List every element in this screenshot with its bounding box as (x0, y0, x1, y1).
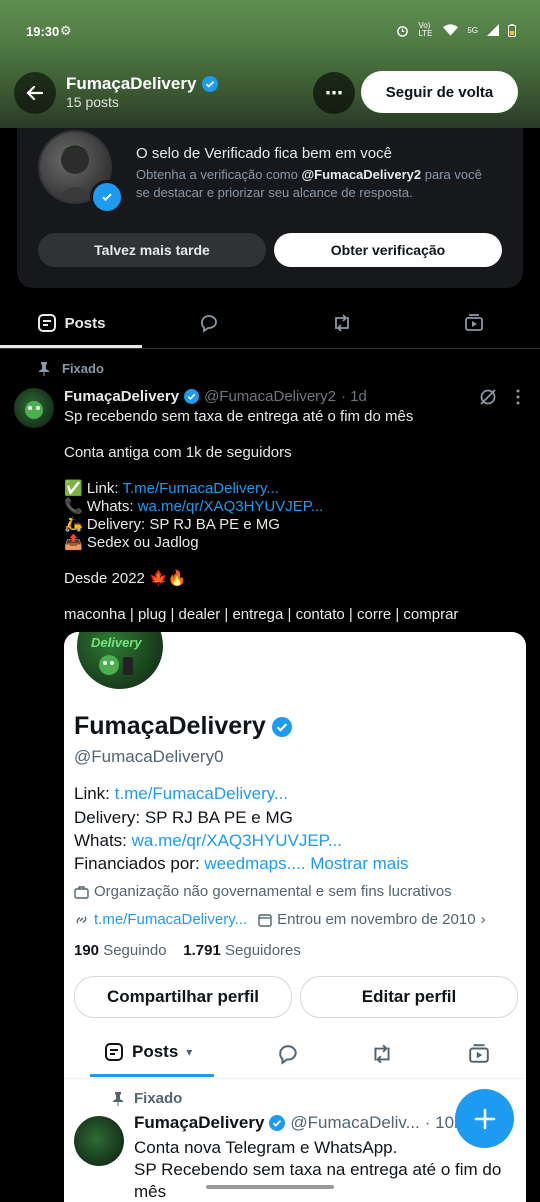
embedded-active-tab-indicator (90, 1074, 214, 1077)
status-icons: Vo) LTE 5G (396, 22, 516, 38)
post-whats-line: 📞 Whats: wa.me/qr/XAQ3HYUVJEP... (64, 498, 324, 515)
avatar-image (99, 655, 133, 675)
verification-handle: @FumacaDelivery2 (301, 167, 422, 182)
posts-count: 15 posts (66, 94, 119, 110)
post-line: Desde 2022 🍁🔥 (64, 570, 187, 587)
calendar-icon (258, 913, 272, 927)
5g-icon: 5G (467, 25, 478, 35)
back-button[interactable] (14, 72, 56, 114)
reply-icon (279, 1045, 297, 1065)
plus-icon (474, 1108, 495, 1129)
share-profile-button: Compartilhar perfil (74, 976, 292, 1018)
post-author-name[interactable]: FumaçaDelivery (64, 388, 179, 405)
reply-icon (200, 315, 217, 333)
chevron-right-icon: › (480, 911, 486, 928)
edit-profile-button: Editar perfil (300, 976, 518, 1018)
arrow-left-icon (26, 85, 44, 101)
repost-icon (334, 314, 349, 332)
post-header: FumaçaDelivery @FumacaDelivery2 · 1d (64, 388, 367, 405)
signal-icon (487, 24, 499, 36)
status-time: 19:30 (26, 24, 60, 39)
post-line: Conta antiga com 1k de seguidors (64, 444, 292, 461)
post-link-line: ✅ Link: T.me/FumacaDelivery... (64, 480, 279, 497)
verification-title: O selo de Verificado fica bem em você (136, 145, 392, 162)
briefcase-icon (74, 885, 89, 899)
verified-badge-icon (271, 716, 292, 737)
tab-replies[interactable] (142, 298, 275, 348)
more-dots-icon: ⋯ (325, 82, 343, 103)
embedded-tab-posts: Posts ▾ (104, 1042, 192, 1062)
grok-icon[interactable] (478, 387, 498, 407)
maybe-later-button[interactable]: Talvez mais tarde (38, 233, 266, 267)
tab-media[interactable] (408, 298, 540, 348)
pin-icon (113, 1091, 123, 1106)
post-line: 📤 Sedex ou Jadlog (64, 534, 199, 551)
tab-posts-label: Posts (64, 314, 106, 332)
get-verified-button[interactable]: Obter verificação (274, 233, 502, 267)
pinned-row: Fixado (38, 361, 104, 376)
posts-icon (37, 314, 56, 332)
pinned-label: Fixado (62, 361, 104, 376)
tab-reposts[interactable] (275, 298, 408, 348)
post-link[interactable]: T.me/FumacaDelivery... (122, 480, 278, 497)
alarm-icon (397, 25, 409, 37)
embedded-delivery: Delivery: SP RJ BA PE e MG (74, 808, 293, 827)
profile-name: FumaçaDelivery (66, 74, 197, 93)
verified-badge-icon (202, 76, 219, 92)
post-line: Sp recebendo sem taxa de entrega até o f… (64, 408, 414, 425)
embedded-handle: @FumacaDelivery0 (74, 747, 224, 766)
verified-badge-icon (269, 1115, 286, 1131)
battery-icon (508, 23, 516, 37)
posts-icon (105, 1043, 123, 1061)
embedded-post-text: Conta nova Telegram e WhatsApp. SP Receb… (134, 1138, 502, 1201)
embedded-link-line: Link: t.me/FumacaDelivery... (74, 784, 289, 803)
embedded-avatar: Delivery (74, 632, 166, 692)
chevron-down-icon: ▾ (186, 1045, 193, 1059)
post-avatar[interactable] (14, 388, 54, 428)
embedded-post-header: FumaçaDelivery @FumacaDeliv... · 10h (134, 1113, 464, 1132)
wifi-icon (443, 24, 459, 36)
embedded-avatar-text: Delivery (91, 635, 142, 650)
pin-icon (39, 361, 49, 376)
embedded-pinned-row: Fixado (112, 1090, 182, 1107)
embedded-name-row: FumaçaDelivery (74, 712, 292, 741)
embedded-name: FumaçaDelivery (74, 712, 266, 740)
link-icon (76, 916, 87, 923)
embedded-org-row: Organização não governamental e sem fins… (74, 883, 452, 900)
settings-gear-icon: ⚙ (60, 23, 72, 38)
embedded-financed-line: Financiados por: weedmaps.... Mostrar ma… (74, 854, 409, 873)
verification-text: Obtenha a verificação como @FumacaDelive… (136, 167, 482, 200)
profile-tabs: Posts (0, 298, 540, 349)
active-tab-indicator (0, 345, 142, 348)
embedded-post-avatar (74, 1116, 124, 1166)
post-more-icon[interactable] (515, 389, 521, 405)
embedded-whats-line: Whats: wa.me/qr/XAQ3HYUVJEP... (74, 831, 342, 850)
post-whats-link[interactable]: wa.me/qr/XAQ3HYUVJEP... (138, 498, 324, 515)
post-time: · 1d (341, 388, 367, 405)
follow-back-button[interactable]: Seguir de volta (361, 71, 518, 113)
post-tags: maconha | plug | dealer | entrega | cont… (64, 606, 459, 623)
compose-button[interactable] (455, 1089, 514, 1148)
repost-icon (374, 1044, 390, 1064)
post-line: 🛵 Delivery: SP RJ BA PE e MG (64, 516, 280, 533)
volte-icon: Vo) LTE (418, 21, 433, 38)
avatar-image (25, 401, 43, 419)
media-icon (469, 1044, 489, 1063)
tab-posts[interactable]: Posts (0, 298, 142, 348)
media-icon (465, 314, 483, 331)
embedded-tabs: Posts ▾ (64, 1030, 526, 1079)
verified-badge-icon (184, 389, 200, 404)
embedded-meta-row: t.me/FumacaDelivery... Entrou em novembr… (74, 911, 486, 928)
profile-title: FumaçaDelivery (66, 74, 219, 94)
status-bar: 19:30 ⚙ Vo) LTE 5G (0, 0, 540, 60)
home-indicator[interactable] (206, 1185, 334, 1189)
embedded-follow-stats: 190 Seguindo 1.791 Seguidores (74, 942, 301, 959)
more-options-button[interactable]: ⋯ (313, 72, 355, 114)
verified-check-icon (90, 180, 124, 214)
post-author-handle[interactable]: @FumacaDelivery2 (204, 388, 336, 405)
